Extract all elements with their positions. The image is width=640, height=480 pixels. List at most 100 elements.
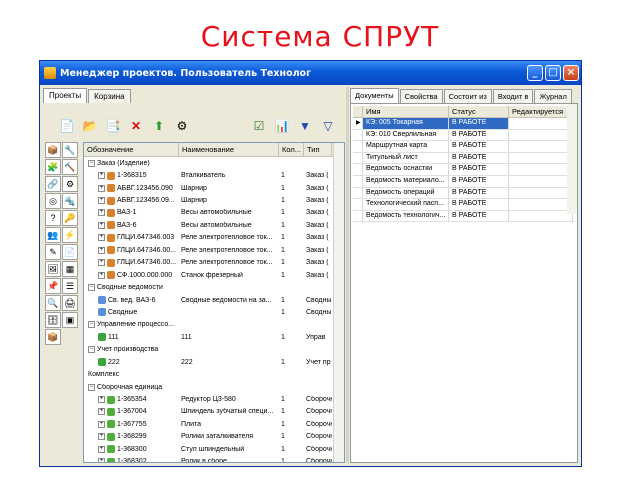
tree-row[interactable]: − Управление процессо... [84,319,344,331]
help-icon[interactable]: ? [45,210,61,226]
tab-properties[interactable]: Свойства [399,89,443,103]
tree-row[interactable]: − Сборочная единица [84,381,344,393]
tab-documents[interactable]: Документы [350,88,399,103]
tree-row[interactable]: − Заказ (Изделие) [84,157,344,169]
link-icon[interactable]: 🔗 [45,176,61,192]
tree-row[interactable]: +1-368300 Стул шпиндельный 1 Сборочн [84,443,344,455]
part-icon[interactable]: 🧩 [45,159,61,175]
tree-row[interactable]: − Сводные ведомости [84,281,344,293]
tree-row[interactable]: 222 222 1 Учет пр [84,356,344,368]
col-doc-editing[interactable]: Редактируется [509,106,573,117]
expand-icon[interactable]: + [98,184,105,192]
pin-icon[interactable]: 📌 [45,278,61,294]
print-icon[interactable]: 🖨 [62,295,78,311]
expand-icon[interactable]: + [98,271,105,279]
tab-projects[interactable]: Проекты [43,88,88,103]
col-qty[interactable]: Кол... [279,143,304,156]
collapse-icon[interactable]: − [88,321,95,329]
pane-splitter[interactable] [346,87,349,463]
filter-clear-icon[interactable]: ▽ [318,116,338,136]
process-icon[interactable]: ⚡ [62,227,78,243]
document-row[interactable]: КЭ: 010 Сверлильная В РАБОТЕ [353,129,575,142]
tree-row[interactable]: Комплекс [84,368,344,380]
archive-icon[interactable]: 🗄 [45,312,61,328]
collapse-icon[interactable]: − [88,284,95,292]
gear-icon[interactable]: ⚙ [62,176,78,192]
tree-row[interactable]: 111 111 1 Управ [84,331,344,343]
check-icon[interactable]: ☑ [249,116,269,136]
assembly-icon[interactable]: 🔧 [62,142,78,158]
expand-icon[interactable]: + [98,433,105,441]
col-code[interactable]: Обозначение [84,143,179,156]
search-icon[interactable]: 🔍 [45,295,61,311]
minimize-button[interactable]: _ [527,65,543,81]
tree-row[interactable]: + ГЛЦИ.647346.00... Реле электротепловое т… [84,244,344,256]
tree-row[interactable]: − Учет производства [84,344,344,356]
tree-row[interactable]: + СФ.1000.000.000 Станок фрезерный 1 Заказ ( [84,269,344,281]
col-doc-name[interactable]: Имя [363,106,449,117]
collapse-icon[interactable]: − [88,383,95,391]
expand-icon[interactable]: + [98,221,105,229]
col-doc-status[interactable]: Статус [449,106,509,117]
expand-icon[interactable]: + [98,396,105,404]
document-row[interactable]: Маршрутная карта В РАБОТЕ [353,141,575,153]
tree-row[interactable]: + ГЛЦИ.647346.003 Реле электротепловое ток… [84,232,344,244]
expand-icon[interactable]: + [98,458,105,462]
edit-icon[interactable]: ✎ [45,244,61,260]
document-row[interactable]: Титульный лист В РАБОТЕ [353,152,575,165]
window-titlebar[interactable]: Менеджер проектов. Пользователь Технолог… [40,61,581,85]
document-row[interactable]: Технологический пасп... В РАБОТЕ [353,199,575,211]
tree-row[interactable]: +1-368315 Вталкиватель 1 Заказ ( [84,169,344,181]
document-row[interactable]: Ведомость технологич... В РАБОТЕ [353,210,575,223]
tree-row[interactable]: + АБВГ.123456.09... Шарнир 1 Заказ ( [84,194,344,206]
document-row[interactable]: Ведомость оснастки В РАБОТЕ [353,164,575,176]
table-icon[interactable]: ▦ [62,261,78,277]
expand-icon[interactable]: + [98,209,105,217]
expand-icon[interactable]: + [98,408,105,416]
document-row[interactable]: Ведомость материало... В РАБОТЕ [353,175,575,188]
new-document-icon[interactable]: 📄 [57,116,77,136]
tree-row[interactable]: + ВАЗ-6 Весы автомобильные 1 Заказ ( [84,219,344,231]
filter-icon[interactable]: ▼ [295,116,315,136]
collapse-icon[interactable]: − [88,346,95,354]
documents-scrollbar[interactable] [567,104,577,214]
circle-icon[interactable]: ◎ [45,193,61,209]
tree-row[interactable]: + ВАЗ-1 Весы автомобильные 1 Заказ ( [84,207,344,219]
tree-scrollbar[interactable] [333,143,344,462]
tab-journal[interactable]: Журнал [534,89,572,103]
expand-icon[interactable]: + [98,197,105,205]
picture-icon[interactable]: 🖼 [45,261,61,277]
tab-consists-of[interactable]: Состоит из [443,89,492,103]
expand-icon[interactable]: + [98,172,105,180]
chart-icon[interactable]: 📊 [272,116,292,136]
up-level-icon[interactable]: ⬆ [149,116,169,136]
tree-row[interactable]: +1-367755 Плита 1 Сборочн [84,418,344,430]
group-icon[interactable]: 👥 [45,227,61,243]
tree-row[interactable]: Св. вед. ВАЗ-6 Сводные ведомости на за...… [84,294,344,306]
col-type[interactable]: Тип [304,143,332,156]
document-row[interactable]: Ведомость операций В РАБОТЕ [353,187,575,200]
order-icon[interactable]: 📦 [45,142,61,158]
list-icon[interactable]: ☰ [62,278,78,294]
document-row[interactable]: ▶ КЭ: 005 Токарная В РАБОТЕ [353,118,575,130]
document-icon[interactable]: 📄 [62,244,78,260]
tab-part-of[interactable]: Входит в [492,89,534,103]
expand-icon[interactable]: + [98,259,105,267]
expand-icon[interactable]: + [98,445,105,453]
open-folder-icon[interactable]: 📂 [80,116,100,136]
key-icon[interactable]: 🔑 [62,210,78,226]
tree-row[interactable]: Сводные 1 Сводны [84,306,344,318]
col-name[interactable]: Наименование [179,143,279,156]
tool-icon[interactable]: 🔨 [62,159,78,175]
tab-trash[interactable]: Корзина [88,89,131,103]
package-icon[interactable]: 📦 [45,329,61,345]
delete-icon[interactable]: ✕ [126,116,146,136]
tree-row[interactable]: +1-367004 Шпиндель зубчатый специ... 1 Сбор… [84,406,344,418]
tree-row[interactable]: +1-368299 Ролики заталкивателя 1 Сборочн [84,431,344,443]
maximize-button[interactable]: □ [545,65,561,81]
settings-tool-icon[interactable]: ⚙ [172,116,192,136]
copy-icon[interactable]: 📑 [103,116,123,136]
tree-row[interactable]: + ГЛЦИ.647346.00... Реле электротепловое т… [84,257,344,269]
wrench-icon[interactable]: 🔩 [62,193,78,209]
tree-row[interactable]: + АБВГ.123456.090 Шарнир 1 Заказ ( [84,182,344,194]
